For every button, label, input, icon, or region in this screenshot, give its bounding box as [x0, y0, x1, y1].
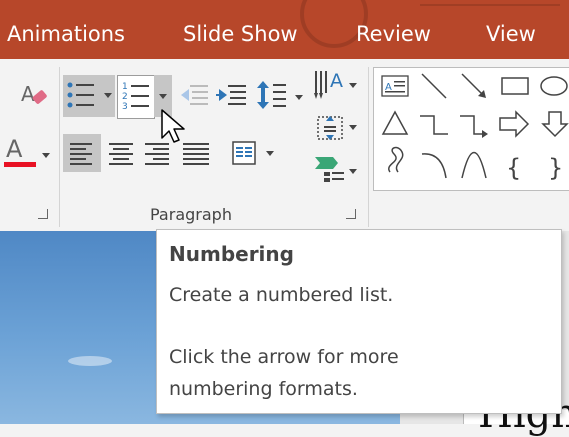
- tooltip-hint-line-2: numbering formats.: [169, 378, 358, 400]
- bullets-icon: [67, 82, 112, 108]
- left-brace-shape-icon: {: [506, 154, 521, 182]
- triangle-shape-icon: [381, 110, 409, 135]
- right-arrow-shape-icon: [499, 110, 530, 138]
- numbering-icon: 1 2 3: [122, 82, 149, 112]
- svg-text:A: A: [6, 135, 23, 163]
- svg-text:3: 3: [122, 102, 128, 112]
- align-text-icon[interactable]: [315, 113, 345, 147]
- text-direction-icon[interactable]: A: [313, 67, 347, 107]
- svg-text:1: 1: [122, 82, 128, 92]
- line-shape-icon: [421, 73, 447, 99]
- font-dialog-launcher[interactable]: [38, 209, 48, 219]
- convert-to-smartart-icon[interactable]: [313, 155, 347, 189]
- text-direction-dropdown[interactable]: [349, 83, 357, 88]
- smartart-dropdown[interactable]: [349, 169, 357, 174]
- svg-text:A: A: [21, 82, 35, 106]
- elbow-arrow-connector-icon: [460, 115, 488, 138]
- align-left-icon: [70, 143, 92, 165]
- tooltip-title: Numbering: [169, 242, 294, 266]
- group-divider: [368, 67, 369, 227]
- text-box-shape-icon: A: [381, 75, 409, 97]
- shapes-gallery[interactable]: A { }: [373, 67, 569, 191]
- paragraph-dialog-launcher[interactable]: [346, 209, 356, 219]
- svg-text:A: A: [330, 70, 343, 92]
- tab-slide-show[interactable]: Slide Show: [183, 20, 298, 48]
- right-brace-shape-icon: }: [548, 154, 563, 182]
- font-color-dropdown[interactable]: [42, 153, 50, 158]
- arc-shape-icon: [421, 153, 447, 179]
- oval-shape-icon: [540, 76, 568, 96]
- numbering-tooltip: Numbering Create a numbered list. Click …: [156, 229, 562, 414]
- tab-review[interactable]: Review: [356, 20, 431, 48]
- mouse-pointer-icon: [160, 108, 190, 150]
- tooltip-description: Create a numbered list.: [169, 284, 394, 306]
- rectangle-shape-icon: [501, 77, 529, 95]
- numbering-button[interactable]: 1 2 3: [117, 75, 155, 119]
- center-icon[interactable]: [104, 134, 138, 176]
- align-text-dropdown[interactable]: [349, 125, 357, 130]
- tab-view[interactable]: View: [486, 20, 536, 48]
- font-color-icon[interactable]: A: [4, 135, 36, 173]
- ribbon-panel: A A 1 2 3 A Paragraph A {}: [0, 59, 569, 230]
- tab-animations[interactable]: Animations: [7, 20, 125, 48]
- tooltip-hint-line-1: Click the arrow for more: [169, 346, 399, 368]
- down-arrow-shape-icon: [541, 111, 569, 138]
- columns-dropdown[interactable]: [266, 151, 274, 156]
- clear-formatting-icon[interactable]: A: [20, 79, 50, 115]
- elbow-connector-icon: [420, 115, 448, 135]
- bullets-button[interactable]: [63, 75, 115, 117]
- ribbon-tab-bar: Animations Slide Show Review View: [0, 0, 569, 59]
- line-spacing-icon[interactable]: [256, 79, 288, 117]
- curve-shape-icon: [461, 152, 487, 179]
- paragraph-group-label: Paragraph: [150, 205, 232, 224]
- group-divider: [59, 67, 60, 227]
- line-spacing-dropdown[interactable]: [295, 95, 303, 100]
- svg-text:2: 2: [122, 92, 128, 102]
- shapes-gallery-icons: A { }: [381, 73, 569, 182]
- columns-icon[interactable]: [231, 139, 259, 171]
- increase-indent-icon[interactable]: [216, 83, 248, 113]
- align-left-button[interactable]: [63, 134, 101, 172]
- arrow-shape-icon: [461, 73, 486, 98]
- freeform-scribble-icon: [388, 146, 404, 173]
